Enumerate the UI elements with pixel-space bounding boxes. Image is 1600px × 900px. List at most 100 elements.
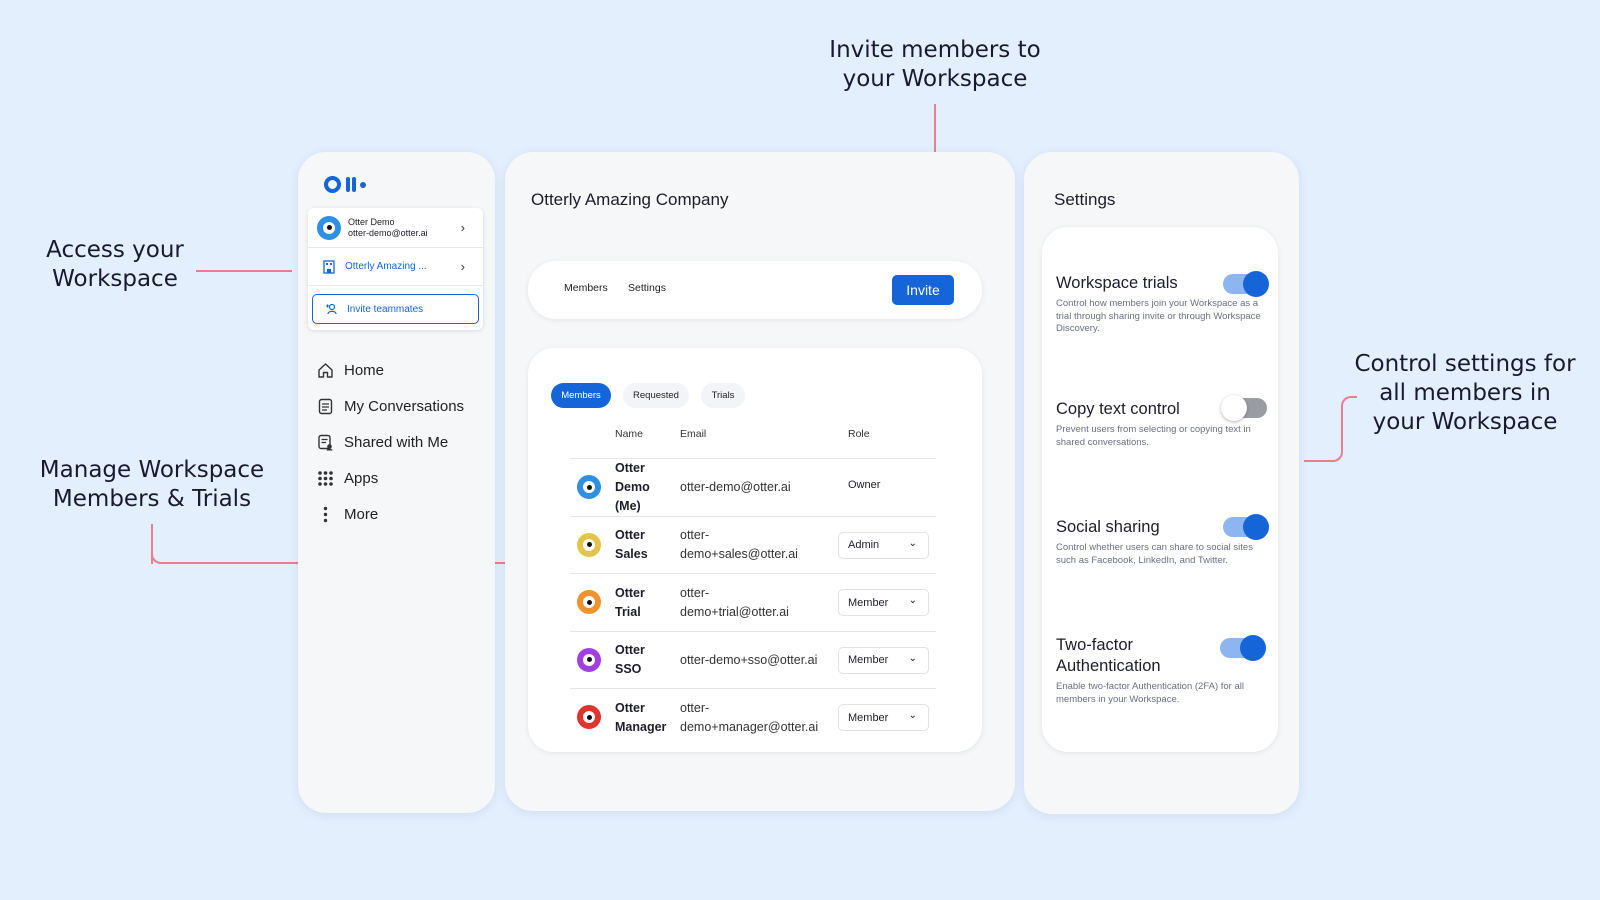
callout-manage-line1: Manage Workspace [39, 457, 265, 483]
member-name-line: Sales [615, 547, 648, 561]
sidebar-item-shared-with-me[interactable]: Shared with Me [316, 424, 464, 460]
settings-title: Settings [1054, 190, 1116, 209]
column-header-name: Name [615, 428, 644, 440]
member-email-line: otter- [680, 528, 710, 542]
callout-control-connector-top [1341, 396, 1357, 410]
member-role: Owner [848, 479, 881, 491]
member-email-line: demo+manager@otter.ai [680, 719, 819, 734]
callout-manage: Manage Workspace Members & Trials [25, 456, 279, 514]
callout-invite-line1: Invite members to [829, 37, 1041, 63]
otter-logo [324, 176, 366, 193]
member-email: otter-demo+sales@otter.ai [680, 517, 840, 574]
callout-invite: Invite members to your Workspace [790, 36, 1080, 94]
table-row: Otter Manager otter-demo+manager@otter.ai M… [570, 688, 936, 745]
filter-members[interactable]: Members [551, 383, 611, 408]
callout-control-line1: Control settings for [1354, 351, 1576, 377]
setting-description: Enable two-factor Authentication (2FA) f… [1056, 681, 1244, 705]
sidebar-item-label: My Conversations [344, 397, 465, 415]
account-info: Otter Demo otter-demo@otter.ai [348, 217, 428, 239]
avatar [577, 647, 601, 672]
account-menu[interactable]: Otter Demo otter-demo@otter.ai › [308, 208, 483, 248]
chevron-right-icon: › [460, 259, 465, 274]
chevron-right-icon: › [460, 220, 465, 235]
invite-teammates-button[interactable]: Invite teammates [312, 294, 479, 324]
role-select-value: Member [848, 711, 889, 724]
sidebar-item-home[interactable]: Home [316, 352, 464, 388]
member-email: otter-demo+trial@otter.ai [680, 574, 840, 631]
filter-requested[interactable]: Requested [623, 383, 689, 408]
sidebar-panel: Otter Demo otter-demo@otter.ai › Otterly… [298, 152, 495, 813]
setting-description: Control whether users can share to socia… [1056, 542, 1253, 566]
member-name-line: Manager [615, 719, 667, 734]
add-user-icon [326, 303, 337, 315]
setting-two-factor-authentication: Two-factor Authentication Enable two-fac… [1056, 635, 1268, 706]
tab-settings[interactable]: Settings [628, 282, 666, 294]
workspace-switcher: Otter Demo otter-demo@otter.ai › Otterly… [308, 208, 483, 330]
role-select-value: Member [848, 596, 889, 609]
social-sharing-toggle[interactable] [1223, 514, 1269, 540]
workspace-trials-toggle[interactable] [1223, 271, 1269, 297]
sidebar-item-my-conversations[interactable]: My Conversations [316, 388, 464, 424]
column-header-role: Role [848, 428, 870, 440]
member-name-line: Trial [615, 604, 641, 619]
settings-panel: Settings Workspace trials Control how me… [1024, 152, 1299, 814]
role-select-value: Member [848, 654, 889, 666]
setting-workspace-trials: Workspace trials Control how members joi… [1056, 271, 1269, 336]
sidebar-item-label: More [344, 505, 379, 523]
setting-description: Prevent users from selecting or copying … [1056, 424, 1251, 448]
member-name-line: (Me) [615, 499, 641, 513]
invite-button[interactable]: Invite [892, 275, 954, 305]
shared-icon [316, 433, 334, 451]
avatar [577, 532, 601, 557]
table-row: Otter Sales otter-demo+sales@otter.ai Admin… [570, 515, 936, 574]
column-header-email: Email [680, 428, 707, 440]
avatar [577, 475, 601, 499]
sidebar-item-apps[interactable]: Apps [316, 460, 464, 496]
workspace-selector[interactable]: Otterly Amazing ... › [308, 248, 483, 286]
callout-control-line2: all members in [1379, 380, 1551, 406]
member-name-line: Otter [615, 461, 645, 475]
setting-social-sharing: Social sharing Control whether users can… [1056, 514, 1269, 567]
setting-description: Control how members join your Workspace … [1056, 298, 1261, 334]
table-row: Otter Trial otter-demo+trial@otter.ai Membe… [570, 573, 936, 630]
building-icon [323, 259, 335, 274]
role-select[interactable]: Admin ⌄ [838, 531, 929, 559]
chevron-down-icon: ⌄ [908, 652, 917, 664]
member-name-line: Otter [615, 585, 645, 600]
member-name-line: Otter [615, 700, 645, 715]
role-select[interactable]: Member ⌄ [838, 704, 929, 731]
role-select[interactable]: Member ⌄ [838, 646, 929, 674]
sidebar-item-label: Home [344, 361, 385, 379]
member-email-line: otter-demo+sso@otter.ai [680, 652, 818, 667]
sidebar-item-more[interactable]: More [316, 496, 464, 532]
sidebar-item-label: Shared with Me [344, 433, 449, 451]
chevron-down-icon: ⌄ [908, 595, 917, 606]
callout-control: Control settings for all members in your… [1340, 350, 1590, 437]
page-title: Otterly Amazing Company [531, 190, 729, 209]
callout-access-line1: Access your [46, 237, 184, 263]
callout-control-line3: your Workspace [1372, 409, 1558, 435]
workspace-panel: Otterly Amazing Company Members Settings… [505, 152, 1015, 811]
conversations-icon [316, 397, 334, 415]
copy-text-control-toggle[interactable] [1221, 395, 1267, 421]
member-name: Otter Manager [615, 689, 675, 746]
filter-trials[interactable]: Trials [701, 383, 745, 408]
member-email-line: demo+sales@otter.ai [680, 547, 798, 561]
setting-copy-text-control: Copy text control Prevent users from sel… [1056, 395, 1268, 449]
sidebar-item-label: Apps [344, 469, 379, 487]
role-select[interactable]: Member ⌄ [838, 589, 929, 616]
avatar [317, 215, 341, 240]
home-icon [316, 361, 334, 379]
role-select-value: Admin [848, 539, 880, 551]
apps-icon [316, 469, 334, 487]
callout-access-line2: Workspace [52, 266, 178, 292]
avatar [577, 590, 601, 614]
member-email-line: otter-demo@otter.ai [680, 480, 791, 494]
member-name-line: Otter [615, 643, 645, 657]
settings-list: Workspace trials Control how members joi… [1042, 227, 1278, 752]
chevron-down-icon: ⌄ [908, 537, 917, 549]
two-factor-authentication-toggle[interactable] [1220, 635, 1266, 661]
member-name: Otter Demo (Me) [615, 459, 675, 516]
member-name-line: SSO [615, 662, 642, 676]
tab-members[interactable]: Members [564, 282, 608, 294]
